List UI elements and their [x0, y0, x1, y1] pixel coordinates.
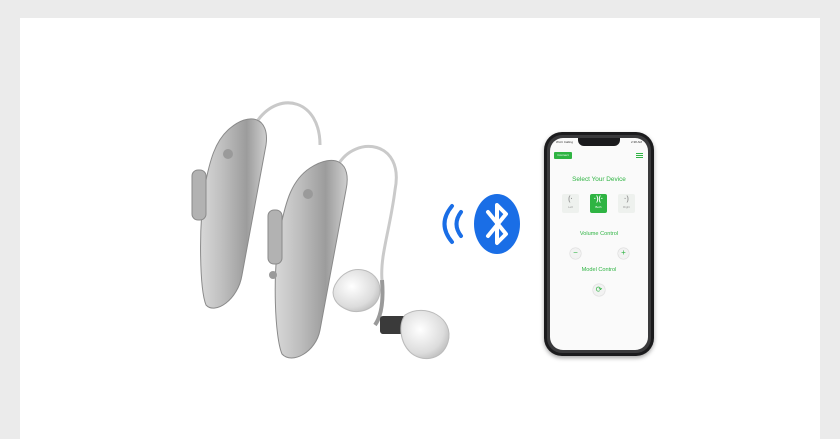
volume-down-button[interactable]: − [570, 248, 581, 259]
both-ears-icon: ·)(· [593, 196, 604, 203]
status-carrier: Wi-Fi Calling [556, 140, 574, 144]
device-left-label: Left [567, 205, 573, 209]
bluetooth-signal-graphic [442, 194, 520, 254]
device-both-button[interactable]: ·)(· Both [590, 194, 607, 213]
volume-control-title: Volume Control [579, 231, 619, 237]
bluetooth-icon [474, 194, 520, 254]
device-right-button[interactable]: ·) Right [618, 194, 635, 213]
select-device-title: Select Your Device [572, 176, 626, 183]
left-ear-icon: (· [568, 196, 573, 203]
device-left-button[interactable]: (· Left [562, 194, 579, 213]
wireless-signal-icon [442, 204, 463, 244]
hearing-aids-image [191, 101, 450, 360]
connect-button[interactable]: Connect [554, 152, 572, 159]
status-time: 2:38 AM [630, 140, 642, 144]
status-bar: Wi-Fi Calling 2:38 AM [556, 140, 642, 146]
device-both-label: Both [595, 205, 602, 209]
smartphone: Wi-Fi Calling 2:38 AM Connect Select You… [544, 132, 654, 356]
refresh-icon[interactable]: ⟳ [593, 284, 605, 296]
device-right-label: Right [622, 205, 630, 209]
volume-up-button[interactable]: + [618, 248, 629, 259]
menu-icon[interactable] [636, 152, 643, 159]
model-control-title: Model Control [581, 267, 617, 273]
app-screen: Wi-Fi Calling 2:38 AM Connect Select You… [550, 138, 648, 350]
app-toolbar: Connect [550, 150, 648, 162]
right-ear-icon: ·) [624, 196, 629, 203]
